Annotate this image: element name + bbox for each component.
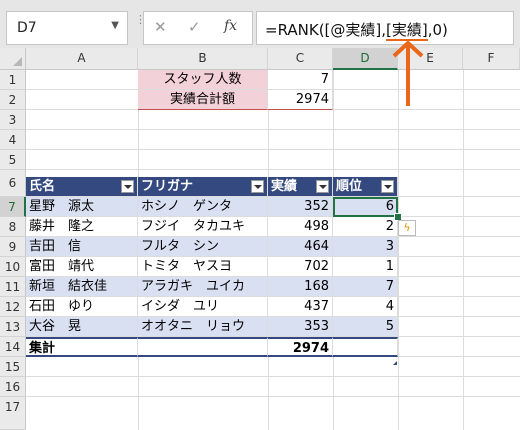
row-header-5[interactable]: 5	[0, 150, 26, 170]
table-header-furigana-label: フリガナ	[141, 179, 194, 194]
table-header-name-label: 氏名	[29, 179, 56, 194]
table-cell-furigana[interactable]: オオタニ リョウ	[138, 317, 268, 337]
table-cell-rank[interactable]: 3	[333, 237, 398, 257]
table-cell-name[interactable]: 星野 源太	[26, 197, 138, 217]
total-amount-value[interactable]: 2974	[268, 90, 333, 110]
row-header-16[interactable]: 16	[0, 377, 26, 397]
row-header-10[interactable]: 10	[0, 257, 26, 277]
table-cell-results[interactable]: 353	[268, 317, 333, 337]
table-header-results-label: 実績	[271, 179, 298, 194]
name-box[interactable]: D7 ▼	[6, 11, 128, 45]
table-cell-furigana[interactable]: アラガキ ユイカ	[138, 277, 268, 297]
staff-count-value[interactable]: 7	[268, 70, 333, 90]
table-total-empty[interactable]	[138, 337, 268, 357]
filter-dropdown-icon[interactable]	[121, 180, 134, 193]
filter-dropdown-icon[interactable]	[316, 180, 329, 193]
column-header-a[interactable]: A	[26, 48, 138, 70]
table-header-furigana[interactable]: フリガナ	[138, 177, 268, 197]
table-cell-results[interactable]: 498	[268, 217, 333, 237]
row-header-17[interactable]: 17	[0, 397, 26, 430]
filter-dropdown-icon[interactable]	[381, 180, 394, 193]
table-cell-rank[interactable]: 6	[333, 197, 398, 217]
table-cell-results[interactable]: 352	[268, 197, 333, 217]
row-header-12[interactable]: 12	[0, 297, 26, 317]
name-box-value: D7	[17, 20, 37, 36]
row-header-8[interactable]: 8	[0, 217, 26, 237]
table-total-label[interactable]: 集計	[26, 337, 138, 357]
filter-dropdown-icon[interactable]	[251, 180, 264, 193]
column-header-c[interactable]: C	[268, 48, 333, 70]
table-cell-rank[interactable]: 5	[333, 317, 398, 337]
column-header-f[interactable]: F	[463, 48, 520, 70]
formula-highlight: [実績]	[386, 21, 428, 41]
row-header-9[interactable]: 9	[0, 237, 26, 257]
row-header-7[interactable]: 7	[0, 197, 26, 217]
formula-input[interactable]: =RANK([@実績],[実績],0)	[256, 11, 514, 45]
insert-function-button[interactable]: fx	[224, 18, 237, 34]
table-cell-furigana[interactable]: ホシノ ゲンタ	[138, 197, 268, 217]
formula-buttons: ✕ ✓ fx	[143, 11, 253, 45]
table-cell-furigana[interactable]: フルタ シン	[138, 237, 268, 257]
annotation-arrow-icon	[392, 40, 424, 106]
table-header-name[interactable]: 氏名	[26, 177, 138, 197]
table-header-rank-label: 順位	[336, 179, 363, 194]
table-cell-furigana[interactable]: イシダ ユリ	[138, 297, 268, 317]
table-cell-name[interactable]: 新垣 結衣佳	[26, 277, 138, 297]
table-total-rank-empty[interactable]	[333, 337, 398, 357]
row-header-1[interactable]: 1	[0, 70, 26, 90]
chevron-down-icon[interactable]: ▼	[111, 20, 119, 31]
row-header-2[interactable]: 2	[0, 90, 26, 110]
total-amount-label[interactable]: 実績合計額	[138, 90, 268, 110]
formula-text: =RANK([@実績],[実績],0)	[265, 19, 448, 41]
close-icon[interactable]: ✕	[154, 18, 167, 36]
table-resize-handle[interactable]	[393, 361, 397, 365]
lightning-icon[interactable]: ϟ	[398, 220, 416, 236]
table-total-value[interactable]: 2974	[268, 337, 333, 357]
select-all-button[interactable]	[0, 48, 26, 70]
table-cell-results[interactable]: 464	[268, 237, 333, 257]
table-cell-rank[interactable]: 4	[333, 297, 398, 317]
table-cell-results[interactable]: 702	[268, 257, 333, 277]
table-cell-results[interactable]: 168	[268, 277, 333, 297]
row-header-6[interactable]: 6	[0, 170, 26, 197]
table-cell-results[interactable]: 437	[268, 297, 333, 317]
check-icon[interactable]: ✓	[188, 18, 201, 36]
table-cell-rank[interactable]: 2	[333, 217, 398, 237]
table-cell-name[interactable]: 富田 靖代	[26, 257, 138, 277]
table-cell-name[interactable]: 大谷 晃	[26, 317, 138, 337]
table-cell-rank[interactable]: 7	[333, 277, 398, 297]
table-cell-rank[interactable]: 1	[333, 257, 398, 277]
table-header-results[interactable]: 実績	[268, 177, 333, 197]
row-header-11[interactable]: 11	[0, 277, 26, 297]
staff-count-label[interactable]: スタッフ人数	[138, 70, 268, 90]
table-cell-furigana[interactable]: フジイ タカユキ	[138, 217, 268, 237]
table-cell-furigana[interactable]: トミタ ヤスヨ	[138, 257, 268, 277]
table-cell-name[interactable]: 吉田 信	[26, 237, 138, 257]
row-header-3[interactable]: 3	[0, 110, 26, 130]
table-header-rank[interactable]: 順位	[333, 177, 398, 197]
row-header-13[interactable]: 13	[0, 317, 26, 337]
formula-toolbar: D7 ▼ ⋮ ✕ ✓ fx =RANK([@実績],[実績],0)	[0, 0, 520, 55]
row-header-15[interactable]: 15	[0, 357, 26, 377]
table-cell-name[interactable]: 石田 ゆり	[26, 297, 138, 317]
column-header-b[interactable]: B	[138, 48, 268, 70]
table-cell-name[interactable]: 藤井 隆之	[26, 217, 138, 237]
row-header-14[interactable]: 14	[0, 337, 26, 357]
grip-icon[interactable]: ⋮	[135, 14, 146, 38]
formula-part-3: ,0)	[427, 21, 448, 39]
formula-part-1: =RANK([@実績],	[265, 21, 387, 39]
row-header-4[interactable]: 4	[0, 130, 26, 150]
